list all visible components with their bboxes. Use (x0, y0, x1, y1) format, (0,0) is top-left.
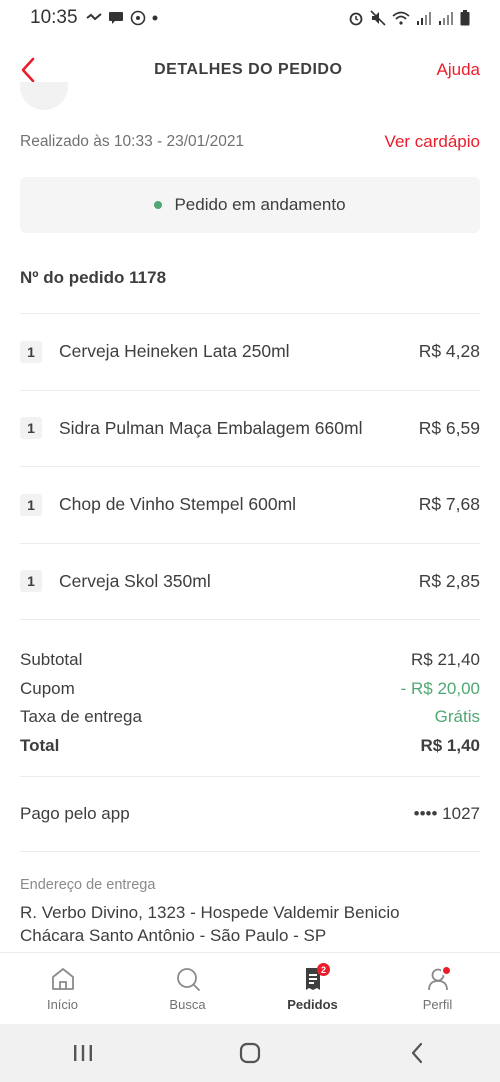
wifi-icon (392, 11, 410, 25)
home-circle-icon (239, 1042, 261, 1064)
list-item: 1 Cerveja Heineken Lata 250ml R$ 4,28 (20, 313, 480, 390)
placed-at-text: Realizado às 10:33 - 23/01/2021 (20, 133, 245, 150)
restaurant-logo (20, 82, 68, 110)
home-button[interactable] (220, 1033, 280, 1073)
coupon-row: Cupom - R$ 20,00 (20, 675, 480, 704)
total-row: Total R$ 1,40 (20, 732, 480, 761)
item-name: Cerveja Heineken Lata 250ml (59, 341, 290, 362)
dot-icon (152, 15, 158, 21)
order-totals: Subtotal R$ 21,40 Cupom - R$ 20,00 Taxa … (20, 619, 480, 760)
help-link[interactable]: Ajuda (437, 60, 480, 80)
back-arrow-icon (21, 57, 35, 83)
profile-notification-dot (441, 965, 452, 976)
payment-method-label: Pago pelo app (20, 804, 130, 823)
message-icon (108, 12, 123, 24)
chevron-left-icon (411, 1042, 422, 1064)
search-icon (176, 968, 200, 991)
address-label: Endereço de entrega (20, 877, 156, 893)
nav-item-pedidos[interactable]: 2 Pedidos (250, 953, 375, 1024)
item-price: R$ 4,28 (418, 341, 480, 362)
item-price: R$ 2,85 (418, 570, 480, 591)
system-navigation-bar (0, 1024, 500, 1082)
total-label: Total (20, 735, 60, 755)
header: DETALHES DO PEDIDO Ajuda (0, 40, 500, 100)
notification-icon (85, 13, 102, 21)
home-icon (51, 968, 74, 990)
alarm-icon (349, 12, 363, 26)
subtotal-row: Subtotal R$ 21,40 (20, 646, 480, 675)
battery-icon (460, 10, 470, 26)
item-quantity: 1 (20, 570, 42, 593)
signal-icon-2 (439, 12, 453, 25)
card-number: •••• 1027 (413, 804, 480, 823)
order-meta: Realizado às 10:33 - 23/01/2021 Ver card… (20, 132, 480, 152)
item-price: R$ 6,59 (418, 417, 480, 438)
total-value: R$ 1,40 (420, 735, 480, 755)
item-quantity: 1 (20, 493, 42, 516)
item-name: Cerveja Skol 350ml (59, 570, 211, 591)
item-name: Chop de Vinho Stempel 600ml (59, 494, 297, 515)
list-item: 1 Cerveja Skol 350ml R$ 2,85 (20, 542, 480, 620)
nav-item-busca[interactable]: Busca (125, 953, 250, 1024)
orders-badge: 2 (317, 963, 330, 976)
nav-item-inicio[interactable]: Início (0, 953, 125, 1024)
address-line-1: R. Verbo Divino, 1323 - Hospede Valdemir… (20, 903, 400, 922)
status-bar: 10:35 (0, 0, 500, 36)
nav-label: Início (46, 997, 79, 1012)
delivery-fee-row: Taxa de entrega Grátis (20, 703, 480, 732)
list-item: 1 Sidra Pulman Maça Embalagem 660ml R$ 6… (20, 389, 480, 467)
system-back-button[interactable] (387, 1033, 447, 1073)
page-title: DETALHES DO PEDIDO (154, 61, 343, 78)
recent-apps-button[interactable] (53, 1033, 113, 1073)
nav-label: Perfil (422, 997, 453, 1012)
item-price: R$ 7,68 (418, 494, 480, 515)
coupon-label: Cupom (20, 678, 75, 698)
address-line-2: Chácara Santo Antônio - São Paulo - SP (20, 926, 327, 945)
view-menu-link[interactable]: Ver cardápio (385, 132, 480, 152)
subtotal-label: Subtotal (20, 650, 83, 670)
nav-item-perfil[interactable]: Perfil (375, 953, 500, 1024)
order-status-box: Pedido em andamento (20, 177, 480, 233)
item-quantity: 1 (20, 340, 42, 363)
delivery-fee-value: Grátis (434, 707, 480, 727)
subtotal-value: R$ 21,40 (411, 650, 480, 670)
mute-icon (370, 10, 386, 26)
list-item: 1 Chop de Vinho Stempel 600ml R$ 7,68 (20, 466, 480, 543)
order-items-list: 1 Cerveja Heineken Lata 250ml R$ 4,28 1 … (20, 313, 480, 619)
payment-row: Pago pelo app •••• 1027 (20, 776, 480, 852)
delivery-address: Endereço de entrega R. Verbo Divino, 132… (20, 877, 480, 947)
status-time: 10:35 (30, 7, 78, 28)
order-number: Nº do pedido 1178 (20, 268, 167, 287)
coupon-value: - R$ 20,00 (400, 678, 480, 698)
delivery-fee-label: Taxa de entrega (20, 707, 142, 727)
order-status-text: Pedido em andamento (174, 195, 346, 214)
nav-label: Busca (169, 997, 206, 1012)
nav-label: Pedidos (287, 997, 338, 1012)
whatsapp-icon (130, 10, 145, 26)
item-name: Sidra Pulman Maça Embalagem 660ml (59, 417, 363, 438)
signal-icon (417, 12, 431, 25)
item-quantity: 1 (20, 417, 42, 440)
bottom-navigation: Início Busca 2 Pedidos Perfil (0, 952, 500, 1024)
status-dot-icon (154, 201, 163, 209)
recent-apps-icon (74, 1045, 93, 1061)
